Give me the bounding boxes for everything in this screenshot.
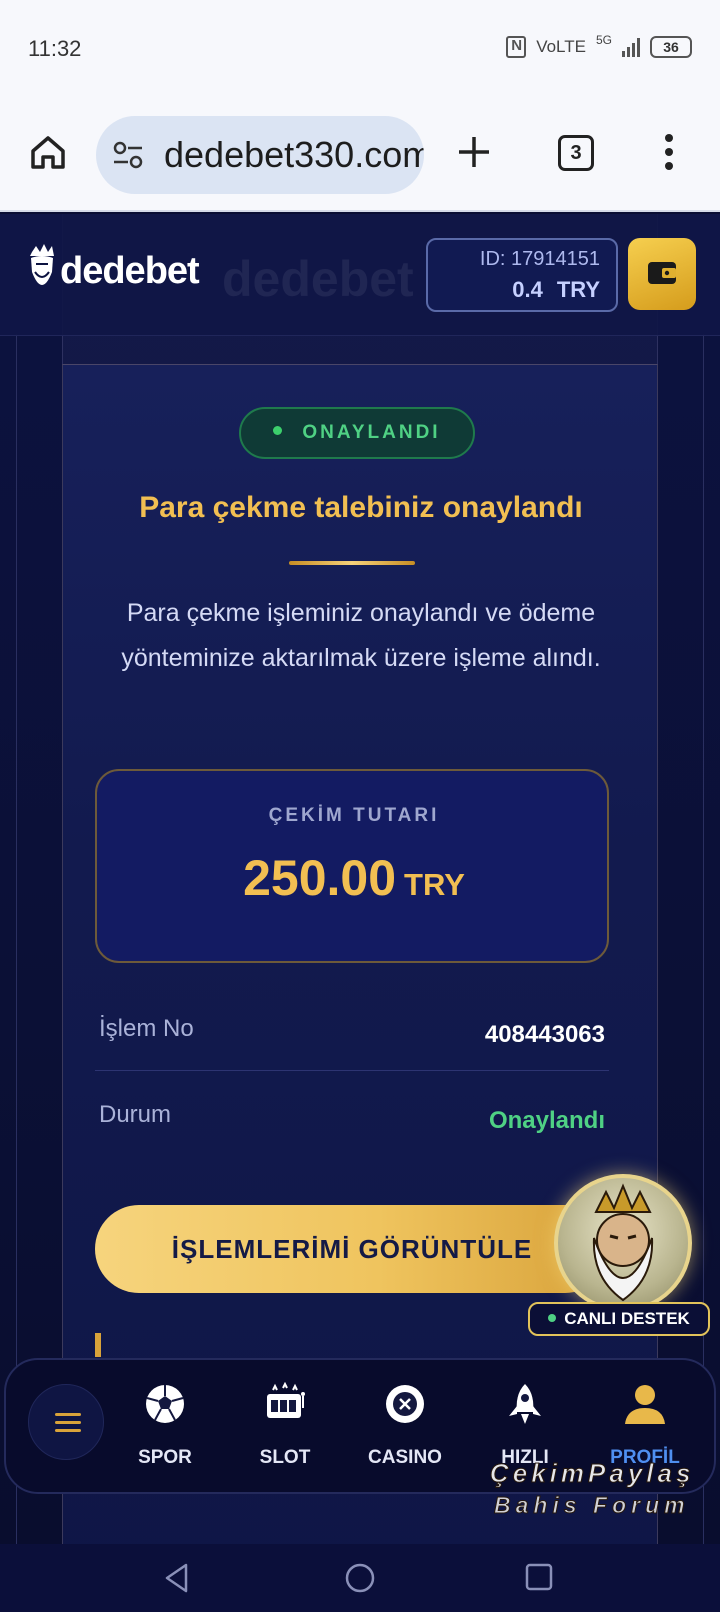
status-icons: VoLTE 5G 36 — [506, 33, 692, 58]
more-menu-icon[interactable] — [664, 134, 674, 174]
nfc-icon — [506, 36, 527, 58]
live-support-widget[interactable]: CANLI DESTEK — [526, 1174, 716, 1350]
live-support-text: CANLI DESTEK — [564, 1309, 690, 1328]
balance-currency: TRY — [556, 277, 600, 302]
network-type-label: 5G — [595, 33, 612, 47]
brand-logo[interactable]: dedebet — [26, 242, 200, 300]
nav-item-spor[interactable]: SPOR — [110, 1380, 220, 1476]
king-mascot-icon — [592, 1183, 654, 1302]
browser-toolbar: dedebet330.com 3 — [0, 100, 720, 212]
balance-amount: 0.4 — [512, 277, 543, 302]
transaction-number: 408443063 — [484, 1021, 605, 1048]
back-icon[interactable] — [162, 1562, 192, 1594]
amount-label: ÇEKİM TUTARI — [268, 805, 440, 826]
account-id: ID: 17914151 — [479, 248, 600, 270]
nav-label: SPOR — [138, 1447, 192, 1468]
account-info[interactable]: ID: 17914151 0.4 TRY — [426, 238, 618, 312]
site-header: dedebet dedebet ID: 17914151 0.4 TRY — [0, 214, 720, 336]
nav-label: CASINO — [368, 1447, 442, 1468]
watermark-line-1: ÇekimPaylaş — [489, 1458, 695, 1489]
wallet-icon — [648, 262, 676, 284]
nav-label: SLOT — [259, 1447, 311, 1468]
amount-number: 250.00 — [243, 850, 397, 906]
amount-box: ÇEKİM TUTARI 250.00 TRY — [95, 769, 609, 963]
status-value: Onaylandı — [488, 1107, 605, 1134]
support-avatar[interactable] — [554, 1174, 692, 1312]
new-tab-icon[interactable] — [456, 134, 492, 170]
nav-item-casino[interactable]: CASINO — [350, 1380, 460, 1476]
url-text: dedebet330.com — [164, 134, 424, 175]
url-bar[interactable]: dedebet330.com — [96, 116, 424, 194]
home-icon[interactable] — [28, 132, 68, 172]
soccer-ball-icon — [146, 1385, 184, 1423]
rocket-icon — [509, 1384, 541, 1424]
account-balance: 0.4 TRY — [428, 277, 600, 303]
casino-chip-icon — [386, 1385, 424, 1423]
page-content: dedebet dedebet ID: 17914151 0.4 TRY ONAY… — [0, 214, 720, 1544]
tab-switcher-button[interactable]: 3 — [558, 135, 594, 171]
status-dot-icon — [273, 426, 283, 436]
online-dot-icon — [548, 1313, 557, 1322]
detail-label: Durum — [99, 1101, 172, 1128]
watermark-line-2: Bahis Forum — [494, 1492, 690, 1519]
detail-row-status: Durum Onaylandı — [95, 1071, 609, 1157]
card-title: Para çekme talebiniz onaylandı — [139, 491, 583, 524]
status-badge-label: ONAYLANDI — [302, 422, 441, 443]
status-bar: 11:32 VoLTE 5G 36 — [0, 0, 720, 100]
wallet-button[interactable] — [628, 238, 696, 310]
brand-name: dedebet — [60, 249, 200, 292]
status-badge: ONAYLANDI — [239, 407, 475, 459]
recents-icon[interactable] — [524, 1562, 554, 1592]
detail-label: İşlem No — [99, 1015, 194, 1042]
detail-row-transaction: İşlem No 408443063 — [95, 985, 609, 1071]
system-nav-bar — [0, 1544, 720, 1612]
title-divider — [289, 561, 415, 565]
battery-icon: 36 — [650, 36, 692, 58]
live-support-label[interactable]: CANLI DESTEK — [528, 1302, 710, 1336]
decor-line — [16, 334, 17, 1544]
signal-icon — [622, 37, 640, 57]
king-mascot-icon — [30, 244, 54, 285]
home-circle-icon[interactable] — [344, 1562, 376, 1594]
nav-item-slot[interactable]: SLOT — [230, 1380, 340, 1476]
card-description: Para çekme işleminiz onaylandı ve ödeme … — [121, 599, 601, 672]
ghost-logo-watermark: dedebet — [222, 251, 414, 307]
site-settings-icon[interactable] — [112, 140, 144, 170]
volte-label: VoLTE — [536, 37, 586, 56]
amount-value: 250.00 TRY — [97, 849, 611, 907]
status-time: 11:32 — [28, 36, 82, 61]
decor-line — [703, 334, 704, 1544]
hamburger-menu-button[interactable] — [28, 1384, 104, 1460]
decor-marker — [95, 1333, 101, 1357]
user-icon — [625, 1385, 665, 1424]
slot-machine-icon — [267, 1381, 305, 1418]
amount-currency: TRY — [404, 867, 465, 902]
